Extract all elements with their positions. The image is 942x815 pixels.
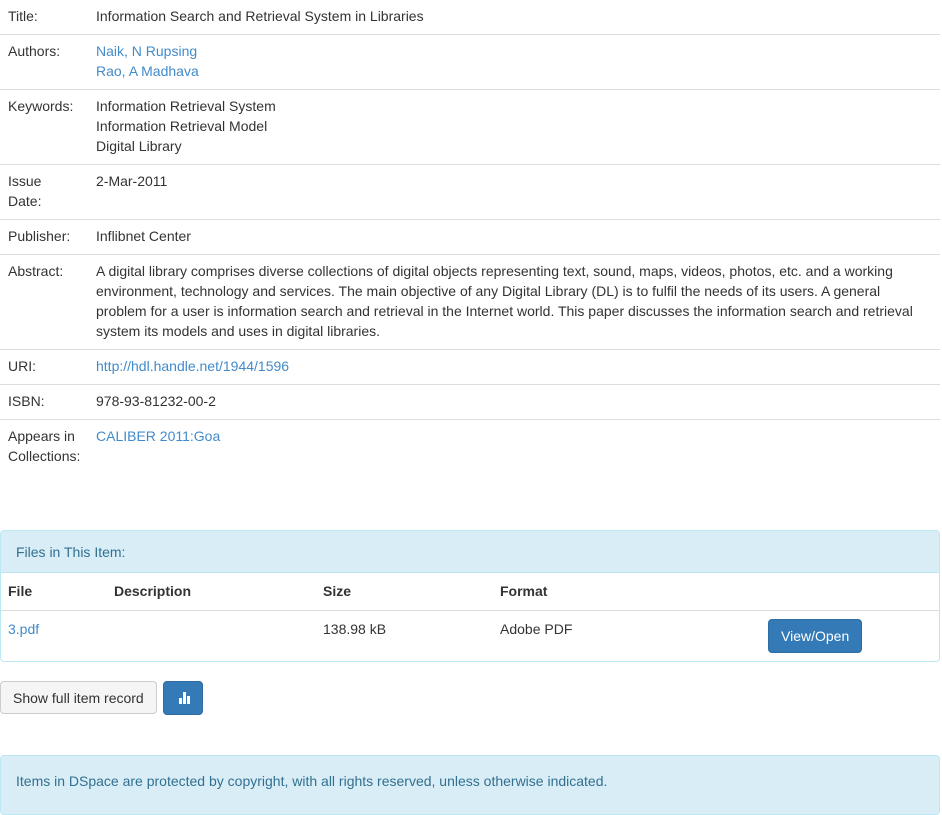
metadata-label: Keywords: [0, 89, 88, 165]
metadata-label: Authors: [0, 34, 88, 90]
issue-date: 2-Mar-2011 [88, 164, 940, 220]
action-cell: View/Open [761, 611, 939, 662]
size-cell: 138.98 kB [323, 621, 387, 637]
statistics-button[interactable] [162, 681, 203, 715]
collection-link[interactable]: CALIBER 2011:Goa [96, 428, 220, 444]
metadata-label-line: Appears in [8, 428, 75, 444]
author-link[interactable]: Naik, N Rupsing [96, 43, 197, 59]
view-open-button[interactable]: View/Open [768, 619, 862, 653]
files-table: File Description Size Format 3.pdf 138.9… [1, 573, 939, 661]
metadata-label: Abstract: [0, 254, 88, 350]
metadata-row-abstract: Abstract: A digital library comprises di… [0, 254, 940, 350]
description-cell [107, 611, 316, 662]
metadata-row-publisher: Publisher: Inflibnet Center [0, 219, 940, 255]
column-header-file: File [1, 573, 107, 611]
column-header-size: Size [316, 573, 493, 611]
column-header-description: Description [107, 573, 316, 611]
metadata-row-uri: URI: http://hdl.handle.net/1944/1596 [0, 349, 940, 385]
file-cell: 3.pdf [1, 611, 107, 662]
metadata-label-line: Collections: [8, 448, 81, 464]
table-row: 3.pdf 138.98 kB Adobe PDF View/Open [1, 611, 939, 662]
format-cell: Adobe PDF [500, 621, 573, 637]
authors-list: Naik, N Rupsing Rao, A Madhava [88, 34, 940, 90]
files-panel: Files in This Item: File Description Siz… [0, 530, 940, 662]
item-metadata-table: Title: Information Search and Retrieval … [0, 0, 940, 474]
files-table-header: File Description Size Format [1, 573, 939, 611]
keywords-list: Information Retrieval System Information… [88, 89, 940, 165]
metadata-row-collections: Appears in Collections: CALIBER 2011:Goa [0, 419, 940, 474]
metadata-label: URI: [0, 349, 88, 385]
metadata-label: Title: [8, 8, 38, 24]
item-actions: Show full item record [0, 681, 203, 715]
show-full-record-button[interactable]: Show full item record [0, 681, 157, 714]
metadata-label-line: Issue [8, 173, 42, 189]
isbn: 978-93-81232-00-2 [88, 384, 940, 420]
metadata-row-keywords: Keywords: Information Retrieval System I… [0, 89, 940, 165]
copyright-notice: Items in DSpace are protected by copyrig… [0, 755, 940, 815]
abstract-text: A digital library comprises diverse coll… [88, 254, 940, 350]
keyword: Information Retrieval System [96, 98, 276, 114]
collections-cell: CALIBER 2011:Goa [88, 419, 940, 474]
keyword: Digital Library [96, 138, 182, 154]
uri-cell: http://hdl.handle.net/1944/1596 [88, 349, 940, 385]
metadata-label: Publisher: [0, 219, 88, 255]
metadata-row-title: Title: Information Search and Retrieval … [0, 0, 940, 35]
keyword: Information Retrieval Model [96, 118, 268, 134]
metadata-row-isbn: ISBN: 978-93-81232-00-2 [0, 384, 940, 420]
publisher: Inflibnet Center [88, 219, 940, 255]
metadata-label: ISBN: [0, 384, 88, 420]
column-header-format: Format [493, 573, 761, 611]
metadata-label-line: Date: [8, 193, 42, 209]
item-title: Information Search and Retrieval System … [96, 8, 424, 24]
handle-uri-link[interactable]: http://hdl.handle.net/1944/1596 [96, 358, 289, 374]
metadata-row-issue-date: Issue Date: 2-Mar-2011 [0, 164, 940, 220]
metadata-label: Issue Date: [0, 164, 88, 220]
metadata-row-authors: Authors: Naik, N Rupsing Rao, A Madhava [0, 34, 940, 90]
files-panel-heading: Files in This Item: [1, 531, 939, 573]
column-header-action [761, 573, 939, 611]
file-link[interactable]: 3.pdf [8, 621, 39, 637]
metadata-label: Appears in Collections: [0, 419, 88, 474]
author-link[interactable]: Rao, A Madhava [96, 63, 199, 79]
